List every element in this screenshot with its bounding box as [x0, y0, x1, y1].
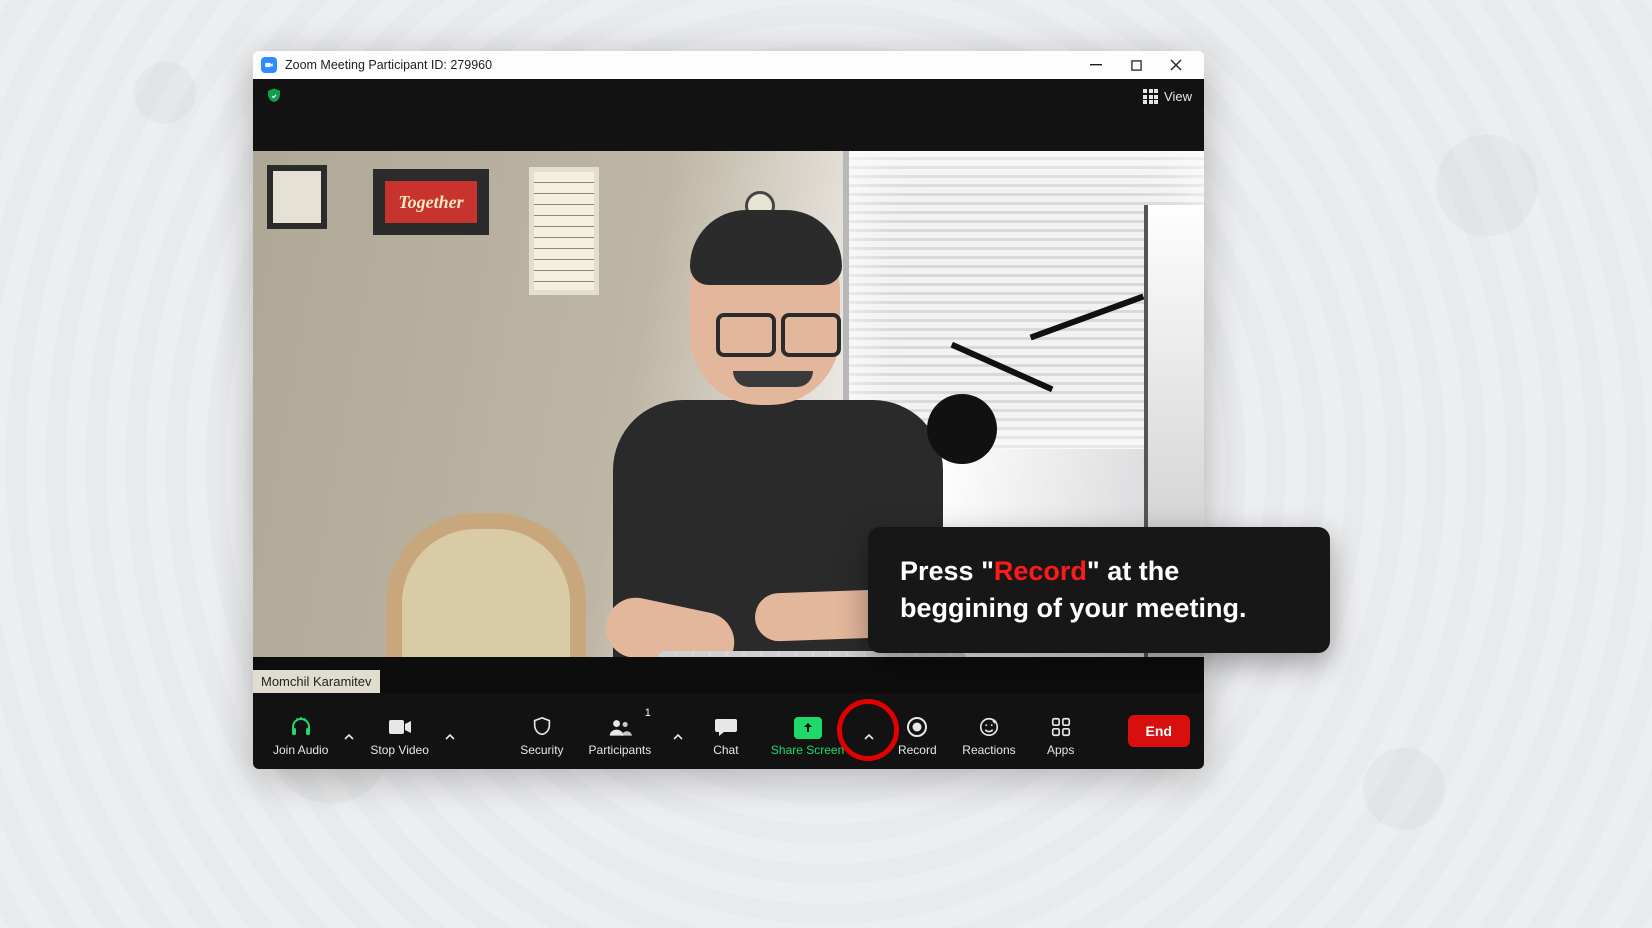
zoom-logo-icon — [261, 57, 277, 73]
join-audio-label: Join Audio — [273, 743, 328, 757]
video-area: Together Momchil Karamitev — [253, 151, 1204, 693]
window-maximize-button[interactable] — [1116, 51, 1156, 79]
apps-button[interactable]: Apps — [1032, 701, 1090, 761]
titlebar: Zoom Meeting Participant ID: 279960 — [253, 51, 1204, 79]
audio-options-caret[interactable] — [340, 731, 358, 761]
record-icon — [905, 715, 929, 739]
chat-button[interactable]: Chat — [697, 701, 755, 761]
people-icon — [608, 715, 632, 739]
meeting-toolbar: Join Audio Stop Video Security — [253, 693, 1204, 769]
chat-label: Chat — [713, 743, 738, 757]
reactions-button[interactable]: Reactions — [956, 701, 1021, 761]
encryption-shield-icon[interactable] — [265, 87, 283, 105]
chat-icon — [714, 715, 738, 739]
zoom-window: Zoom Meeting Participant ID: 279960 View — [253, 51, 1204, 769]
participant-name-tag: Momchil Karamitev — [253, 670, 380, 693]
video-options-caret[interactable] — [441, 731, 459, 761]
window-close-button[interactable] — [1156, 51, 1196, 79]
wall-frame-text: Together — [373, 169, 489, 235]
record-button[interactable]: Record — [888, 701, 946, 761]
headphones-icon — [289, 715, 313, 739]
stop-video-button[interactable]: Stop Video — [364, 701, 435, 761]
participants-button[interactable]: 1 Participants — [581, 701, 659, 761]
share-screen-label: Share Screen — [771, 743, 844, 757]
join-audio-button[interactable]: Join Audio — [267, 701, 334, 761]
record-label: Record — [898, 743, 937, 757]
window-minimize-button[interactable] — [1076, 51, 1116, 79]
window-title: Zoom Meeting Participant ID: 279960 — [285, 58, 1068, 72]
meeting-topbar: View — [253, 79, 1204, 151]
stop-video-label: Stop Video — [370, 743, 429, 757]
video-icon — [388, 715, 412, 739]
grid-view-icon — [1143, 89, 1158, 104]
end-button[interactable]: End — [1128, 715, 1190, 747]
shield-icon — [530, 715, 554, 739]
participants-count: 1 — [645, 707, 651, 719]
share-screen-button[interactable]: Share Screen — [765, 701, 850, 761]
callout-highlight: Record — [994, 556, 1087, 586]
apps-label: Apps — [1047, 743, 1074, 757]
apps-icon — [1049, 715, 1073, 739]
view-label: View — [1164, 89, 1192, 104]
smiley-icon — [977, 715, 1001, 739]
callout-pre: Press " — [900, 556, 994, 586]
view-button[interactable]: View — [1143, 89, 1192, 104]
share-options-caret[interactable] — [860, 731, 878, 761]
share-screen-icon — [794, 717, 822, 739]
participants-options-caret[interactable] — [669, 731, 687, 761]
reactions-label: Reactions — [962, 743, 1015, 757]
participants-label: Participants — [589, 743, 652, 757]
security-button[interactable]: Security — [513, 701, 571, 761]
security-label: Security — [520, 743, 563, 757]
instruction-callout: Press "Record" at the beggining of your … — [868, 527, 1330, 654]
